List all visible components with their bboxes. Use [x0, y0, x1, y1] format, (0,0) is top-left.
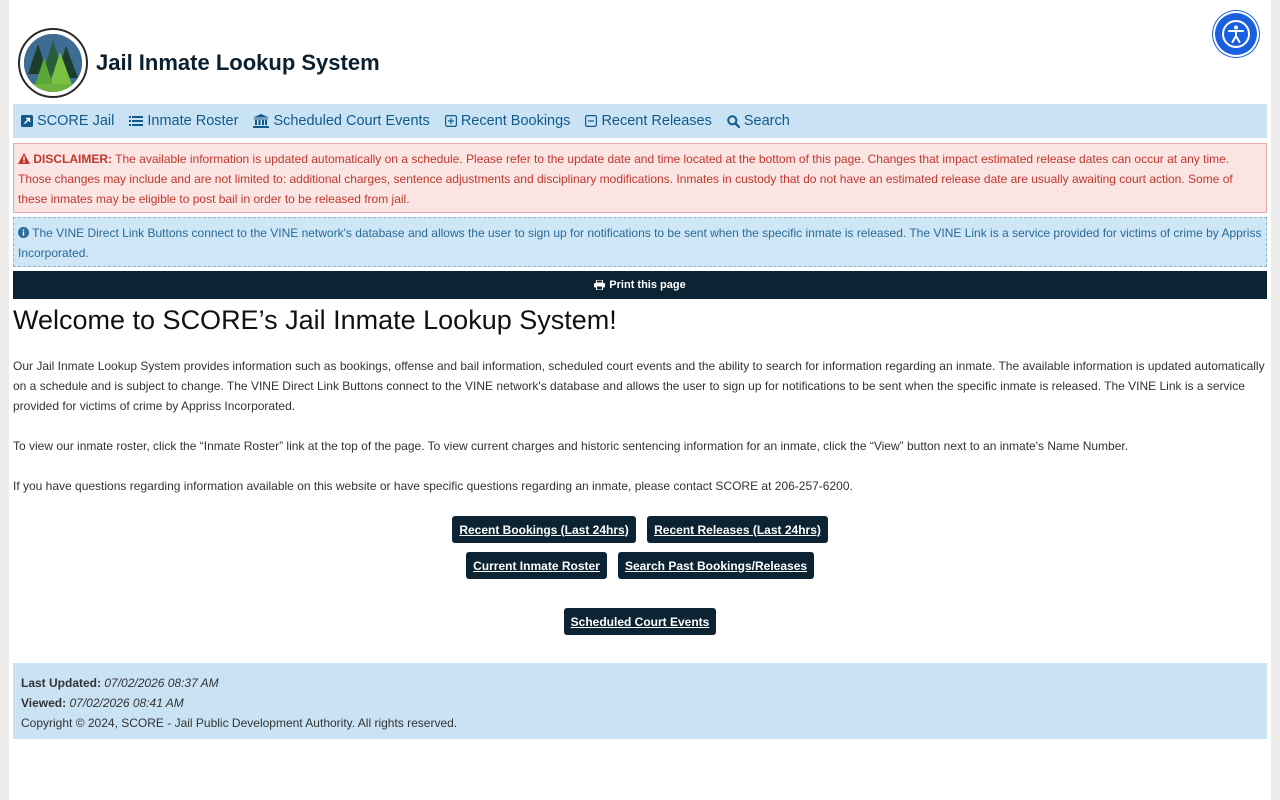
vine-notice-text: The VINE Direct Link Buttons connect to …: [18, 226, 1262, 260]
nav-search[interactable]: Search: [727, 113, 790, 129]
search-icon: [727, 114, 740, 128]
current-inmate-roster-button[interactable]: Current Inmate Roster: [466, 552, 607, 579]
last-updated-value: 07/02/2026 08:37 AM: [104, 676, 219, 690]
nav-label: SCORE Jail: [37, 113, 115, 129]
nav-label: Recent Bookings: [460, 113, 571, 129]
page-container: Jail Inmate Lookup System SCORE Jail Inm…: [9, 0, 1271, 800]
vine-info-notice: The VINE Direct Link Buttons connect to …: [13, 217, 1267, 267]
nav-label: Search: [743, 113, 790, 129]
last-updated-label: Last Updated:: [21, 676, 102, 690]
print-page-button[interactable]: Print this page: [13, 271, 1267, 299]
recent-releases-button[interactable]: Recent Releases (Last 24hrs): [647, 516, 828, 543]
warning-icon: [18, 153, 30, 164]
disclaimer-text: The available information is updated aut…: [18, 152, 1233, 206]
viewed-value: 07/02/2026 08:41 AM: [69, 696, 184, 710]
viewed-label: Viewed:: [21, 696, 67, 710]
nav-recent-bookings[interactable]: Recent Bookings: [444, 113, 571, 129]
copyright-text: Copyright © 2024, SCORE - Jail Public De…: [21, 716, 458, 730]
welcome-heading: Welcome to SCORE’s Jail Inmate Lookup Sy…: [13, 305, 617, 335]
nav-label: Scheduled Court Events: [273, 113, 430, 129]
roster-instructions-paragraph: To view our inmate roster, click the “In…: [13, 439, 1129, 453]
info-circle-icon: [18, 227, 29, 238]
disclaimer-alert: DISCLAIMER: The available information is…: [13, 143, 1267, 213]
nav-inmate-roster[interactable]: Inmate Roster: [129, 113, 238, 129]
nav-score-jail[interactable]: SCORE Jail: [21, 113, 114, 129]
trees-logo-icon: [24, 34, 82, 92]
external-link-icon: [21, 115, 33, 127]
site-header: Jail Inmate Lookup System: [18, 28, 1118, 100]
site-title: Jail Inmate Lookup System: [96, 50, 380, 75]
list-icon: [129, 116, 144, 126]
nav-recent-releases[interactable]: Recent Releases: [585, 113, 712, 129]
courthouse-icon: [253, 114, 270, 128]
intro-paragraph: Our Jail Inmate Lookup System provides i…: [13, 359, 1265, 413]
print-label: Print this page: [609, 279, 686, 291]
nav-scheduled-court-events[interactable]: Scheduled Court Events: [253, 113, 430, 129]
last-updated-line: Last Updated: 07/02/2026 08:37 AM: [21, 673, 1259, 693]
nav-label: Inmate Roster: [147, 113, 239, 129]
minus-square-icon: [585, 115, 598, 127]
search-past-bookings-button[interactable]: Search Past Bookings/Releases: [618, 552, 814, 579]
recent-bookings-button[interactable]: Recent Bookings (Last 24hrs): [452, 516, 636, 543]
nav-label: Recent Releases: [601, 113, 712, 129]
plus-square-icon: [444, 115, 457, 127]
viewed-line: Viewed: 07/02/2026 08:41 AM: [21, 693, 1259, 713]
disclaimer-label: DISCLAIMER:: [33, 152, 113, 166]
print-icon: [594, 280, 606, 290]
accessibility-icon: [1222, 20, 1250, 48]
score-logo[interactable]: [18, 28, 88, 98]
page-footer: Last Updated: 07/02/2026 08:37 AM Viewed…: [13, 663, 1267, 739]
contact-paragraph: If you have questions regarding informat…: [13, 479, 853, 493]
accessibility-button[interactable]: [1215, 13, 1257, 55]
main-nav: SCORE Jail Inmate Roster Scheduled Court…: [13, 104, 1267, 138]
scheduled-court-events-button[interactable]: Scheduled Court Events: [564, 608, 716, 635]
